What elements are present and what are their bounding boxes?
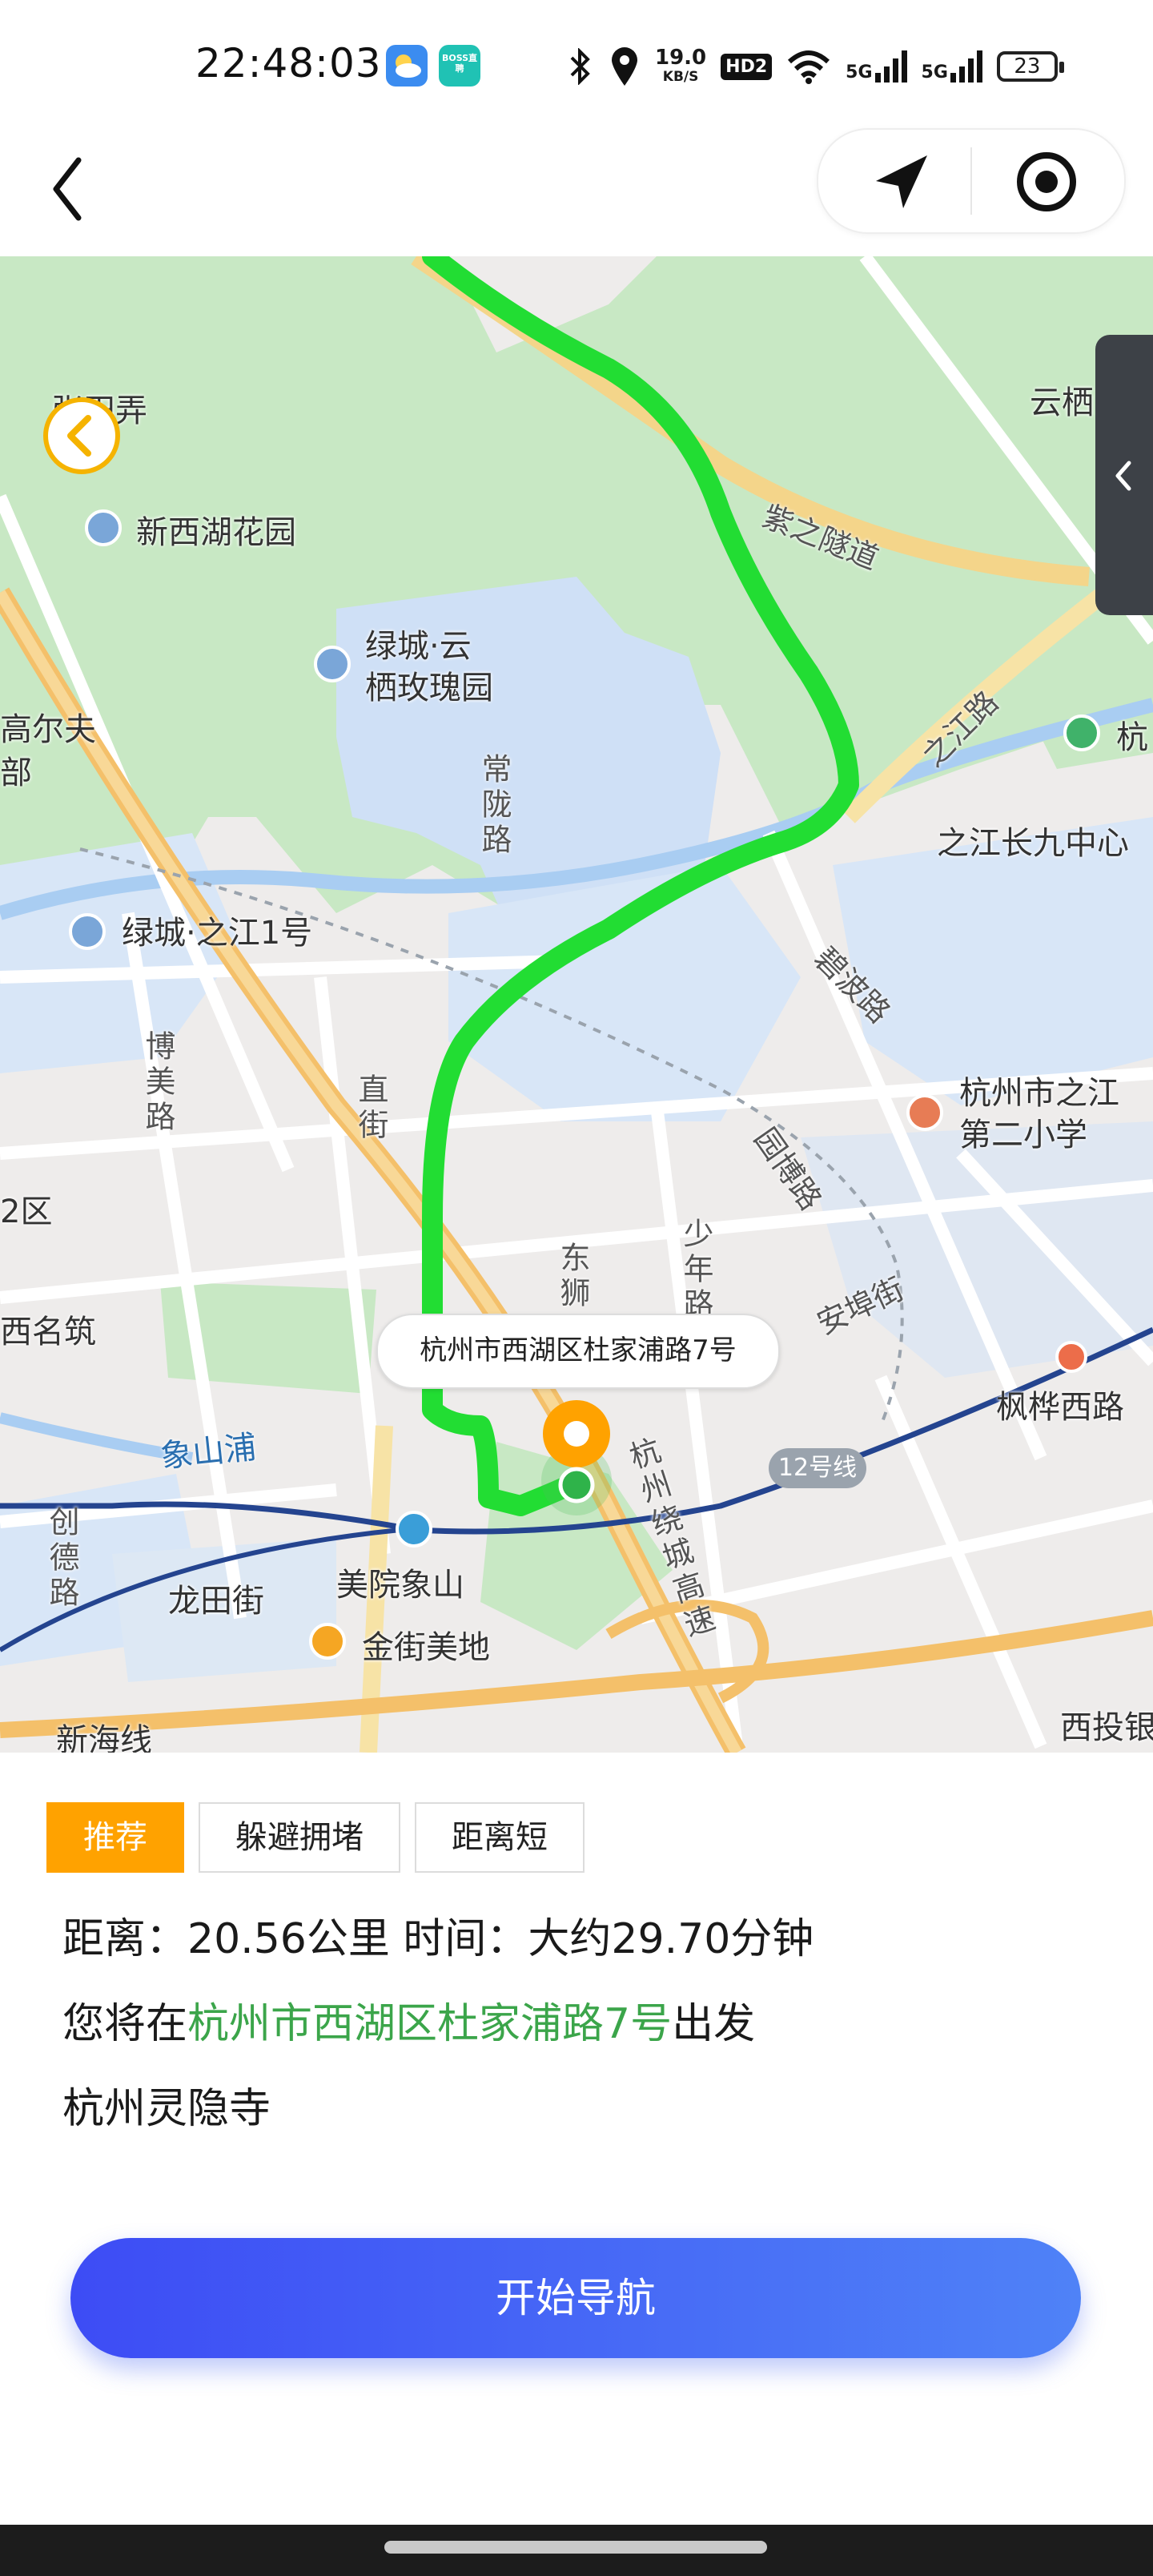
depart-prefix: 您将在 [62,2000,188,2048]
location-pin-icon [612,47,637,86]
target-icon [1017,152,1076,211]
status-icons: 19.0 KB/S HD2 5G 5G 23 [567,38,1064,95]
depart-suffix: 出发 [672,2000,756,2048]
metro-icon [1055,1341,1087,1373]
map-label: 博美路 [140,1030,175,1136]
status-bar: 22:48:03 BOSS直聘 19.0 KB/S HD2 5G 5G 23 [0,0,1153,128]
map-label: 东狮 [555,1242,590,1312]
signal-1-label: 5G [846,62,873,83]
chevron-left-icon [53,157,82,221]
map-label: 创德路 [44,1506,79,1612]
start-location-bubble[interactable]: 杭州市西湖区杜家浦路7号 [376,1314,780,1389]
side-panel-toggle[interactable] [1095,335,1153,615]
map-label: 美院象山 [336,1567,464,1604]
map-label: 常陇路 [476,753,512,859]
battery-icon: 23 [996,51,1064,82]
net-speed-value: 19.0 [655,46,707,70]
residence-icon [69,913,106,950]
map-back-button[interactable] [43,397,120,474]
home-indicator[interactable] [384,2541,767,2554]
recenter-button[interactable] [1010,146,1083,218]
time-label: 时间： [389,1915,528,1963]
map-label: 之江长九中心 [937,825,1129,862]
map-label: 金街美地 [362,1629,490,1666]
wifi-icon [788,50,830,84]
map-label: 栖玫瑰园 [365,670,493,706]
time-value: 大约29.70分钟 [528,1915,814,1963]
locate-button[interactable] [866,146,938,218]
map-label: 杭 [1116,719,1148,756]
hd-badge: HD2 [721,53,773,80]
map-label: 西投银 [1060,1709,1153,1746]
map-canvas [0,256,1153,1753]
map-label: 绿城·云 [365,628,472,665]
chevron-left-icon [1115,461,1131,491]
map-label: 云栖 [1030,384,1094,421]
chevron-left-icon [67,415,91,457]
map-label: 第二小学 [959,1117,1087,1153]
residence-icon [314,646,351,682]
departure-line: 您将在杭州市西湖区杜家浦路7号出发 [62,1990,755,2050]
map-label: 西名筑 [0,1314,96,1350]
map-controls [817,128,1126,234]
tab-shortest-distance[interactable]: 距离短 [415,1802,585,1873]
tab-avoid-congestion[interactable]: 躲避拥堵 [199,1802,400,1873]
signal-icon: 5G [846,50,907,83]
destination-line: 杭州灵隐寺 [62,2085,271,2133]
bluetooth-icon [570,48,590,85]
tab-recommended[interactable]: 推荐 [46,1802,184,1873]
boss-app-label: BOSS直聘 [441,53,478,74]
distance-label: 距离： [62,1915,188,1963]
scenic-spot-icon [1063,714,1100,751]
residence-icon [85,509,122,546]
route-option-tabs: 推荐 躲避拥堵 距离短 [46,1802,585,1874]
boss-zhipin-icon: BOSS直聘 [439,45,480,87]
top-bar [0,128,1153,256]
school-icon [906,1094,943,1131]
map-label: 杭州市之江 [959,1075,1119,1112]
distance-value: 20.56公里 [187,1915,390,1963]
map-label: 枫桦西路 [996,1389,1124,1426]
signal-icon-2: 5G [922,50,982,83]
start-marker-icon [541,1400,612,1515]
back-button[interactable] [45,149,125,229]
route-map[interactable]: 张田弄 新西湖花园 绿城·云 栖玫瑰园 紫之隧道 云栖 高尔夫 部 常陇路 之江… [0,256,1153,1753]
metro-line-badge: 12号线 [769,1448,866,1488]
map-label: 直街 [353,1073,388,1144]
net-speed-unit: KB/S [662,69,699,85]
map-label: 龙田街 [168,1583,264,1620]
map-label: 部 [0,755,32,791]
status-time: 22:48:03 [195,40,382,87]
metro-station-icon [396,1511,432,1548]
navigation-arrow-icon [876,155,927,208]
map-label: 少年路 [678,1218,713,1323]
map-label: 新西湖花园 [136,514,296,551]
map-label: 高尔夫 [0,711,96,748]
map-label: 新海线 [56,1722,152,1753]
control-divider [970,147,972,215]
net-speed: 19.0 KB/S [655,47,706,86]
shopping-icon [309,1623,346,1660]
start-navigation-button[interactable]: 开始导航 [70,2238,1081,2358]
map-label: 2区 [0,1193,53,1230]
signal-2-label: 5G [921,62,948,83]
weather-icon [386,45,428,87]
map-label: 绿城·之江1号 [122,915,313,952]
distance-time-line: 距离：20.56公里 时间：大约29.70分钟 [62,1905,814,1965]
depart-place: 杭州市西湖区杜家浦路7号 [187,2000,673,2048]
